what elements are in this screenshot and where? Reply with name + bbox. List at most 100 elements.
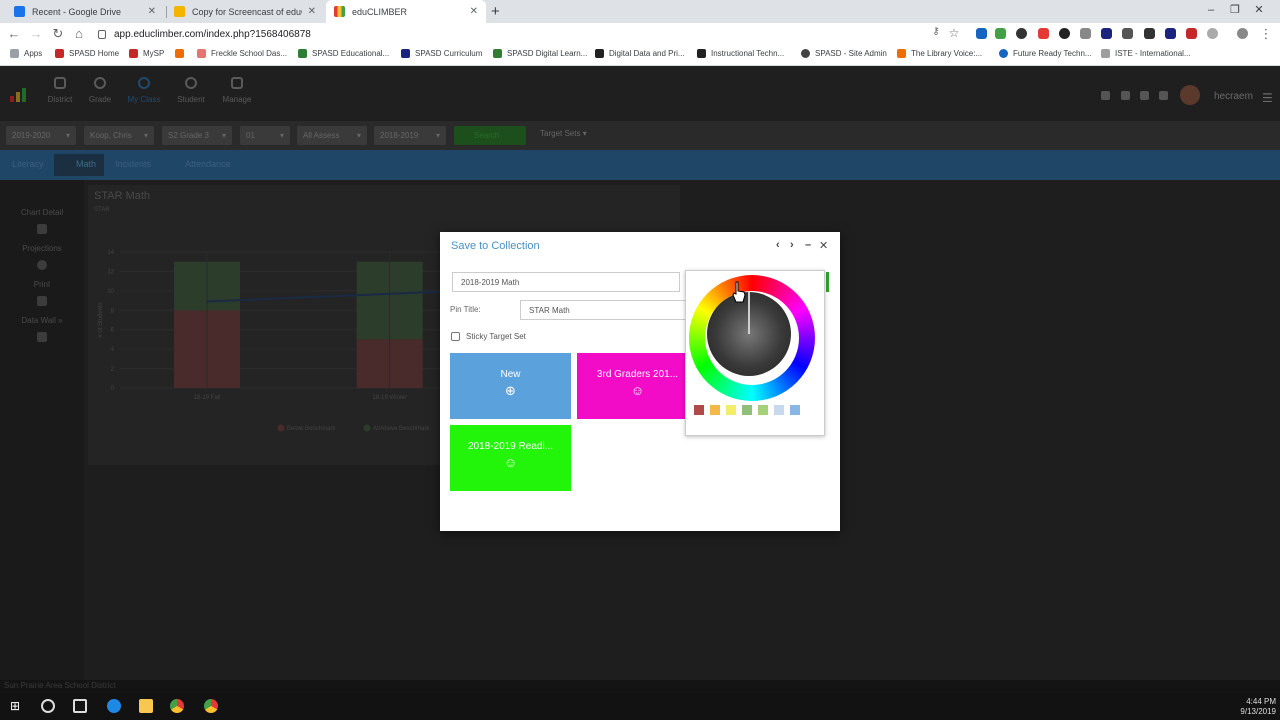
profile-icon[interactable] bbox=[1237, 28, 1248, 39]
home-button[interactable]: ⌂ bbox=[71, 26, 87, 41]
extension-icon[interactable] bbox=[1016, 28, 1027, 39]
windows-start-icon[interactable]: ⊞ bbox=[10, 699, 24, 713]
bookmark-apps[interactable]: Apps bbox=[10, 49, 42, 58]
educlimber-logo[interactable] bbox=[10, 88, 26, 102]
bookmark-item[interactable]: SPASD Home bbox=[55, 49, 119, 58]
save-button[interactable] bbox=[826, 272, 829, 292]
task-view-icon[interactable] bbox=[73, 699, 87, 713]
tab-educlimber[interactable]: eduCLIMBER ✕ bbox=[326, 0, 486, 23]
chevron-right-icon[interactable]: › bbox=[790, 239, 794, 251]
printer-icon[interactable] bbox=[37, 296, 47, 306]
tab-google-drive[interactable]: Recent - Google Drive ✕ bbox=[6, 0, 164, 23]
color-swatch[interactable] bbox=[790, 405, 800, 415]
bookmark-star-icon[interactable]: ☆ bbox=[946, 26, 962, 40]
info-icon[interactable] bbox=[37, 260, 47, 270]
search-button[interactable]: Search bbox=[454, 126, 526, 145]
hamburger-menu-icon[interactable]: ☰ bbox=[1262, 91, 1273, 105]
back-button[interactable]: ← bbox=[6, 26, 22, 41]
extension-icon[interactable] bbox=[995, 28, 1006, 39]
section-select[interactable]: 01 bbox=[240, 126, 290, 145]
bookmark-item[interactable]: SPASD - Site Admin bbox=[801, 49, 887, 58]
minimize-icon[interactable]: – bbox=[805, 239, 811, 251]
forward-button[interactable]: → bbox=[28, 26, 44, 41]
data-wall-link[interactable]: Data Wall » bbox=[0, 316, 84, 325]
cloud-download-icon[interactable] bbox=[1140, 91, 1149, 100]
print-link[interactable]: Print bbox=[0, 280, 84, 289]
close-icon[interactable]: ✕ bbox=[308, 6, 316, 17]
bookmark-item[interactable]: Instructional Techn... bbox=[697, 49, 784, 58]
close-icon[interactable]: ✕ bbox=[470, 6, 478, 17]
chart-detail-link[interactable]: Chart Detail bbox=[0, 208, 84, 217]
bookmark-item[interactable]: SPASD Educational... bbox=[298, 49, 389, 58]
extension-icon[interactable] bbox=[1080, 28, 1091, 39]
nav-manage[interactable]: Manage bbox=[207, 77, 267, 104]
chrome-menu-icon[interactable]: ⋮ bbox=[1258, 26, 1274, 42]
extension-icon[interactable] bbox=[1101, 28, 1112, 39]
color-swatch[interactable] bbox=[758, 405, 768, 415]
projections-link[interactable]: Projections bbox=[0, 244, 84, 253]
color-swatch[interactable] bbox=[726, 405, 736, 415]
chrome-icon[interactable] bbox=[204, 699, 218, 713]
reload-button[interactable]: ↻ bbox=[50, 26, 66, 42]
tab-literacy[interactable]: Literacy bbox=[12, 159, 44, 169]
color-swatch[interactable] bbox=[742, 405, 752, 415]
bookmark-item[interactable]: SPASD Curriculum bbox=[401, 49, 482, 58]
extension-icon[interactable] bbox=[1059, 28, 1070, 39]
tab-math[interactable]: Math bbox=[54, 154, 105, 176]
close-icon[interactable]: ✕ bbox=[148, 6, 156, 17]
search-icon[interactable] bbox=[41, 699, 55, 713]
target-sets-dropdown[interactable]: Target Sets ▾ bbox=[540, 129, 587, 138]
year-select[interactable]: 2019-2020 bbox=[6, 126, 76, 145]
bookmark-label: Digital Data and Pri... bbox=[609, 49, 685, 58]
color-swatch[interactable] bbox=[774, 405, 784, 415]
extension-icon[interactable] bbox=[1165, 28, 1176, 39]
new-tab-button[interactable]: + bbox=[491, 3, 500, 20]
class-select[interactable]: S2 Grade 3 bbox=[162, 126, 232, 145]
bookmark-item[interactable]: ISTE - International... bbox=[1101, 49, 1191, 58]
extension-icon[interactable] bbox=[1038, 28, 1049, 39]
collection-tile[interactable]: 3rd Graders 201... ☺ bbox=[577, 353, 698, 419]
chevron-left-icon[interactable]: ‹ bbox=[776, 239, 780, 251]
chrome-icon[interactable] bbox=[170, 699, 184, 713]
avatar[interactable] bbox=[1180, 85, 1200, 105]
username[interactable]: hecraem bbox=[1214, 91, 1253, 102]
color-swatch[interactable] bbox=[694, 405, 704, 415]
bookmark-item[interactable]: MySP bbox=[129, 49, 164, 58]
taskbar-clock[interactable]: 4:44 PM 9/13/2019 bbox=[1232, 697, 1276, 717]
bookmark-item[interactable] bbox=[175, 49, 189, 58]
extension-icon[interactable] bbox=[1186, 28, 1197, 39]
extension-icon[interactable] bbox=[1207, 28, 1218, 39]
tab-screencast[interactable]: Copy for Screencast of eduCLIMB ✕ bbox=[166, 0, 324, 23]
close-icon[interactable]: ✕ bbox=[819, 239, 828, 252]
sticky-target-set-checkbox[interactable]: Sticky Target Set bbox=[451, 332, 526, 341]
tab-incidents[interactable]: Incidents bbox=[115, 159, 151, 169]
tab-attendance[interactable]: Attendance bbox=[185, 159, 231, 169]
magnifier-icon[interactable] bbox=[37, 224, 47, 234]
y-axis-label: # of Students bbox=[98, 302, 104, 337]
mail-icon[interactable] bbox=[1121, 91, 1130, 100]
table-icon[interactable] bbox=[37, 332, 47, 342]
bookmark-item[interactable]: Future Ready Techn... bbox=[999, 49, 1092, 58]
bookmark-item[interactable]: The Library Voice:... bbox=[897, 49, 982, 58]
edge-icon[interactable] bbox=[107, 699, 121, 713]
key-icon[interactable]: ⚷ bbox=[928, 26, 944, 37]
bell-icon[interactable] bbox=[1159, 91, 1168, 100]
teacher-select[interactable]: Koop, Chris bbox=[84, 126, 154, 145]
extension-icon[interactable] bbox=[1122, 28, 1133, 39]
collection-name-input[interactable]: 2018-2019 Math bbox=[452, 272, 680, 292]
compare-year-select[interactable]: 2018-2019 bbox=[374, 126, 446, 145]
extension-icon[interactable] bbox=[1144, 28, 1155, 39]
search-icon[interactable] bbox=[1101, 91, 1110, 100]
address-bar[interactable]: app.educlimber.com/index.php?1568406878 bbox=[98, 25, 928, 44]
assessment-select[interactable]: All Assess bbox=[297, 126, 367, 145]
file-explorer-icon[interactable] bbox=[139, 699, 153, 713]
close-window-button[interactable]: ✕ bbox=[1236, 0, 1280, 23]
extension-icon[interactable] bbox=[976, 28, 987, 39]
new-collection-tile[interactable]: New ⊕ bbox=[450, 353, 571, 419]
color-swatch[interactable] bbox=[710, 405, 720, 415]
collection-tile[interactable]: 2018-2019 Readi... ☺ bbox=[450, 425, 571, 491]
bookmark-item[interactable]: SPASD Digital Learn... bbox=[493, 49, 587, 58]
bookmark-item[interactable]: Freckle School Das... bbox=[197, 49, 287, 58]
pin-title-input[interactable]: STAR Math bbox=[520, 300, 690, 320]
bookmark-item[interactable]: Digital Data and Pri... bbox=[595, 49, 685, 58]
